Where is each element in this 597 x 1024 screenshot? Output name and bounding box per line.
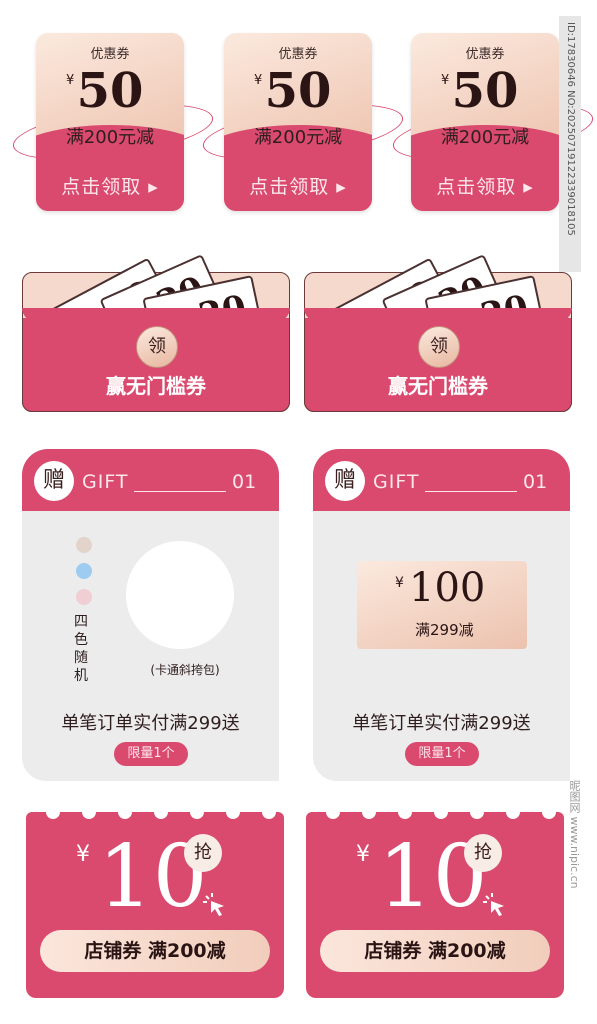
scallop-notch	[506, 805, 520, 819]
scallop-notch	[262, 805, 276, 819]
envelope-title: 赢无门槛券	[106, 374, 206, 398]
gift-text: GIFT	[82, 471, 129, 493]
scallop-notch	[154, 805, 168, 819]
gift-number: 01	[523, 471, 548, 493]
coupon-card-3[interactable]: 优惠券 ¥ 50 满200元减 点击领取 ▸	[411, 33, 559, 211]
product-image-placeholder	[126, 541, 234, 649]
scallop-notch	[398, 805, 412, 819]
gift-divider	[134, 491, 226, 492]
coupon-label: 优惠券	[278, 47, 318, 62]
coupon-amount: 50	[451, 63, 519, 119]
scallop-notch	[190, 805, 204, 819]
coupon-card-1[interactable]: 优惠券 ¥ 50 满200元减 点击领取 ▸	[36, 33, 184, 211]
scallop-notch	[46, 805, 60, 819]
scallop-notch	[362, 805, 376, 819]
grab-badge[interactable]: 抢	[464, 834, 502, 872]
grab-badge[interactable]: 抢	[184, 834, 222, 872]
gift-number: 01	[232, 471, 257, 493]
scallop-notch	[542, 805, 556, 819]
voucher-ticket: ¥ 100 满299减	[357, 561, 527, 649]
color-swatch-beige	[76, 537, 92, 553]
scallop-notch	[82, 805, 96, 819]
item-caption: (卡通斜挎包)	[150, 663, 220, 677]
watermark-site: 昵图网 www.nipic.cn	[568, 780, 581, 889]
currency-symbol: ¥	[76, 842, 90, 867]
claim-seal[interactable]: 领	[136, 326, 178, 368]
store-coupon-1[interactable]: ¥ 10 抢 店铺券 满200减	[26, 805, 284, 998]
coupon-condition: 满200元减	[253, 127, 343, 148]
claim-seal[interactable]: 领	[418, 326, 460, 368]
claim-button[interactable]: 点击领取 ▸	[411, 172, 559, 199]
gift-text: GIFT	[373, 471, 420, 493]
scallop-notch	[226, 805, 240, 819]
scallop-notch	[118, 805, 132, 819]
cursor-icon	[203, 893, 224, 916]
gift-description: 单笔订单实付满299送	[61, 713, 240, 734]
coupon-condition: 满200元减	[440, 127, 530, 148]
limit-badge: 限量1个	[114, 742, 188, 766]
voucher-currency: ¥	[395, 575, 404, 591]
claim-button[interactable]: 点击领取 ▸	[224, 172, 372, 199]
scallop-notch	[434, 805, 448, 819]
coupon-card-2[interactable]: 优惠券 ¥ 50 满200元减 点击领取 ▸	[224, 33, 372, 211]
gift-card-2[interactable]: 赠 GIFT 01 ¥ 100 满299减 单笔订单实付满299送 限量1个	[313, 449, 570, 781]
envelope-coupon-2[interactable]: 20 优惠券 20 优惠券 20 领 赢无门槛券	[304, 254, 572, 412]
watermark-id: ID:17830646 NO:20250719122339018105	[565, 22, 576, 236]
coupon-condition: 满200元减	[65, 127, 155, 148]
currency-symbol: ¥	[356, 842, 370, 867]
gift-description: 单笔订单实付满299送	[352, 713, 531, 734]
gift-card-1[interactable]: 赠 GIFT 01 四色随机 (卡通斜挎包) 单笔订单实付满299送 限量1个	[22, 449, 279, 781]
cursor-icon	[483, 893, 504, 916]
color-swatch-pink	[76, 589, 92, 605]
envelope-title: 赢无门槛券	[388, 374, 488, 398]
scallop-notch	[326, 805, 340, 819]
coupon-label: 优惠券	[465, 47, 505, 62]
coupon-amount: 50	[264, 63, 332, 119]
voucher-amount: 100	[409, 565, 486, 611]
colors-note: 四色随机	[74, 614, 88, 684]
coupon-label: 优惠券	[90, 47, 130, 62]
gift-badge: 赠	[325, 461, 365, 501]
gift-badge: 赠	[34, 461, 74, 501]
coupon-amount: 50	[76, 63, 144, 119]
coupon-label-pill[interactable]: 店铺券 满200减	[40, 930, 270, 972]
scallop-notch	[470, 805, 484, 819]
gift-divider	[425, 491, 517, 492]
color-swatch-blue	[76, 563, 92, 579]
envelope-coupon-1[interactable]: 20 优惠券 20 优惠券 20 领 赢无门槛券	[22, 254, 290, 412]
store-coupon-2[interactable]: ¥ 10 抢 店铺券 满200减	[306, 805, 564, 998]
limit-badge: 限量1个	[405, 742, 479, 766]
claim-button[interactable]: 点击领取 ▸	[36, 172, 184, 199]
voucher-condition: 满299减	[415, 621, 474, 639]
coupon-label-pill[interactable]: 店铺券 满200减	[320, 930, 550, 972]
